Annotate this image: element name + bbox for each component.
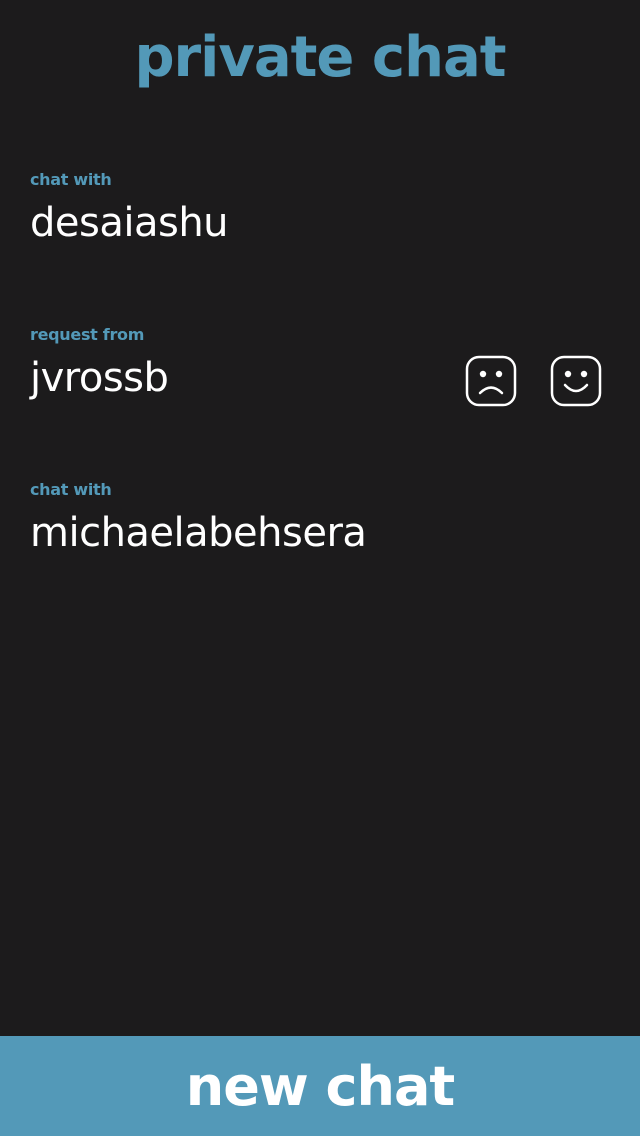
- request-item-username: jvrossb: [30, 355, 169, 401]
- chat-item-username: desaiashu: [30, 200, 229, 246]
- decline-request-button[interactable]: [465, 355, 517, 407]
- smile-face-icon: [550, 355, 602, 407]
- chat-item-username: michaelabehsera: [30, 510, 367, 556]
- frown-face-icon: [465, 355, 517, 407]
- accept-request-button[interactable]: [550, 355, 602, 407]
- chat-item-label: chat with: [30, 170, 112, 189]
- request-item-label: request from: [30, 325, 145, 344]
- page-title: private chat: [134, 25, 506, 90]
- chat-request-item: request from jvrossb: [30, 323, 610, 413]
- new-chat-button[interactable]: new chat: [0, 1036, 640, 1136]
- chat-list-item[interactable]: chat with desaiashu: [30, 168, 610, 258]
- chat-item-label: chat with: [30, 480, 112, 499]
- chat-list-item[interactable]: chat with michaelabehsera: [30, 478, 610, 568]
- new-chat-label: new chat: [185, 1054, 455, 1118]
